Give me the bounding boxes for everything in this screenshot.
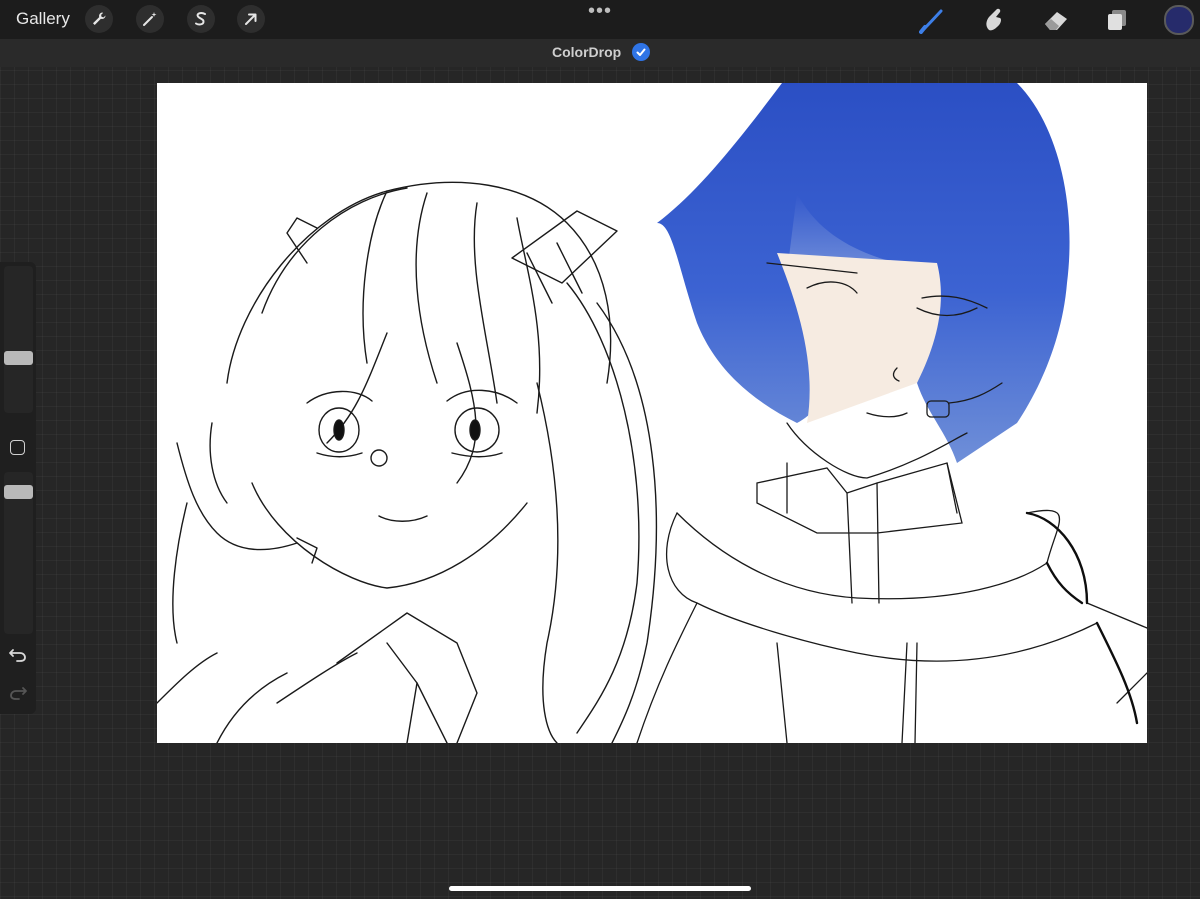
notification-label: ColorDrop [552, 44, 622, 60]
modify-button[interactable] [10, 440, 25, 455]
gallery-button[interactable]: Gallery [16, 9, 70, 29]
drawing-canvas[interactable] [157, 83, 1147, 743]
brush-icon [919, 9, 943, 34]
magic-wand-icon [143, 12, 157, 26]
smudge-tool-button[interactable] [978, 4, 1010, 36]
brush-tool-button[interactable] [917, 4, 949, 36]
opacity-thumb[interactable] [4, 485, 33, 499]
smudge-finger-icon [986, 8, 1001, 31]
adjustments-button[interactable] [136, 5, 164, 33]
brush-size-slider[interactable] [4, 266, 33, 413]
actions-button[interactable] [85, 5, 113, 33]
checkmark-icon [632, 43, 650, 61]
left-sidebar [0, 262, 36, 714]
eraser-icon [1045, 12, 1067, 30]
wrench-icon [93, 12, 106, 25]
arrow-cursor-icon [245, 13, 257, 25]
brush-size-thumb[interactable] [4, 351, 33, 365]
home-indicator[interactable] [449, 886, 751, 891]
undo-icon[interactable] [8, 646, 28, 669]
selection-s-icon [195, 12, 206, 26]
layers-button[interactable] [1101, 4, 1133, 36]
canvas-artwork [157, 83, 1147, 743]
more-options-button[interactable]: ••• [588, 0, 612, 23]
redo-icon[interactable] [8, 684, 28, 707]
eraser-tool-button[interactable] [1040, 4, 1072, 36]
color-picker-button[interactable] [1164, 5, 1194, 35]
transform-button[interactable] [237, 5, 265, 33]
selection-button[interactable] [187, 5, 215, 33]
layers-icon [1108, 10, 1126, 30]
